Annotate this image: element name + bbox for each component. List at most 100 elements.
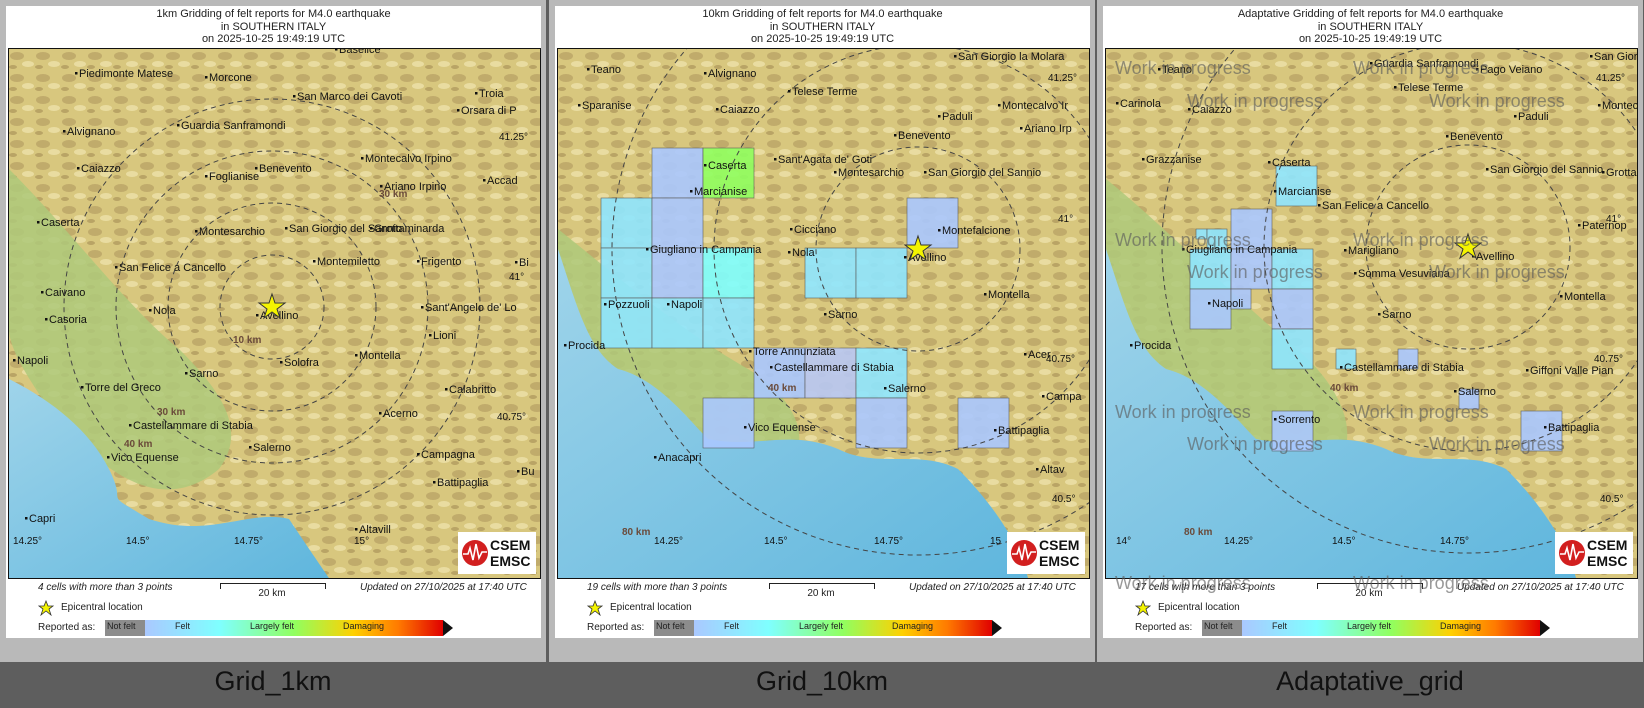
place-marker <box>13 359 16 362</box>
work-in-progress-watermark: Work in progress <box>1353 402 1489 422</box>
grid-cell[interactable] <box>702 397 755 449</box>
place-marker <box>313 260 316 263</box>
place-marker <box>129 424 132 427</box>
place-marker <box>81 386 84 389</box>
place-marker <box>1560 295 1563 298</box>
place-marker <box>370 227 373 230</box>
place-marker <box>280 361 283 364</box>
seismogram-logo-icon <box>462 540 488 566</box>
place-marker <box>335 49 338 51</box>
place-marker <box>1042 395 1045 398</box>
place-marker <box>1020 127 1023 130</box>
place-label: Baselice <box>339 49 381 56</box>
grid-cell[interactable] <box>702 297 755 349</box>
place-label: Calabritto <box>449 384 496 396</box>
place-label: Benevento <box>1450 131 1503 143</box>
place-label: Lioni <box>433 330 456 342</box>
grid-cell[interactable] <box>1271 328 1314 370</box>
longitude-tick: 14.75° <box>874 536 903 547</box>
grid-cell[interactable] <box>957 397 1010 449</box>
cells-count-text: 19 cells with more than 3 points <box>587 582 728 593</box>
place-label: Campagna <box>421 449 476 461</box>
place-marker <box>1116 102 1119 105</box>
place-label: Castellammare di Stabia <box>1344 362 1465 374</box>
updated-text: Updated on 27/10/2025 at 17:40 UTC <box>360 582 527 593</box>
place-marker <box>45 318 48 321</box>
map-sheet: 10km Gridding of felt reports for M4.0 e… <box>555 6 1090 638</box>
colorbar-label-not-felt: Not felt <box>107 621 136 631</box>
place-marker <box>255 167 258 170</box>
ring-label: 40 km <box>124 439 152 450</box>
map-canvas: 40 km 80 km Teano Alvignano San Giorgio la… <box>558 49 1089 578</box>
place-label: Torre Annunziata <box>753 346 836 358</box>
place-label: Grottaminarda <box>374 223 445 235</box>
place-marker <box>587 68 590 71</box>
seismogram-logo-icon <box>1011 540 1037 566</box>
place-marker <box>285 227 288 230</box>
place-marker <box>457 109 460 112</box>
place-label: Procida <box>1134 340 1172 352</box>
work-in-progress-watermark: Work in progress <box>1353 58 1489 78</box>
latitude-tick: 40.75° <box>1046 354 1075 365</box>
grid-cell[interactable] <box>906 197 959 249</box>
place-label: Nola <box>792 247 816 259</box>
grid-cell[interactable] <box>600 247 653 299</box>
latitude-tick: 40.75° <box>497 412 526 423</box>
map-view[interactable]: 10 km 30 km 30 km 40 km Piedimonte Mates… <box>8 48 541 579</box>
work-in-progress-watermark: Work in progress <box>1187 91 1323 111</box>
place-label: Sorrento <box>1278 414 1320 426</box>
place-label: Paduli <box>1518 111 1549 123</box>
csem-emsc-logo: CSEM EMSC <box>1555 532 1633 574</box>
cells-count-text: 4 cells with more than 3 points <box>38 582 173 593</box>
place-label: Morcone <box>209 72 252 84</box>
place-marker <box>894 134 897 137</box>
place-marker <box>1598 104 1601 107</box>
logo-line-2: EMSC <box>1587 553 1628 569</box>
place-label: Battipaglia <box>437 477 489 489</box>
place-label: Montecalvo Irpino <box>365 153 452 165</box>
seismogram-logo-icon <box>1559 540 1585 566</box>
place-label: Napoli <box>17 355 48 367</box>
place-label: Accad <box>487 175 518 187</box>
place-label: Caserta <box>1272 157 1311 169</box>
place-marker <box>433 481 436 484</box>
logo-line-1: CSEM <box>1039 537 1080 553</box>
place-label: Caivano <box>45 287 85 299</box>
place-marker <box>1318 204 1321 207</box>
latitude-tick: 41° <box>1606 214 1621 225</box>
place-marker <box>1130 344 1133 347</box>
place-marker <box>1578 224 1581 227</box>
epicenter-legend-star-icon <box>38 600 54 616</box>
place-marker <box>774 158 777 161</box>
latitude-tick: 41° <box>509 272 524 283</box>
place-marker <box>834 171 837 174</box>
map-canvas: 10 km 30 km 30 km 40 km Piedimonte Mates… <box>9 49 540 578</box>
place-label: San Giorgio del Sannio <box>1490 164 1603 176</box>
place-marker <box>604 303 607 306</box>
place-label: Teano <box>591 64 621 76</box>
place-marker <box>185 372 188 375</box>
longitude-tick: 14.75° <box>1440 536 1469 547</box>
place-marker <box>788 90 791 93</box>
map-view[interactable]: 40 km 80 km Teano Guardia Sanframondi Pago… <box>1105 48 1638 579</box>
place-marker <box>380 185 383 188</box>
grid-cell[interactable] <box>855 247 908 299</box>
map-view[interactable]: 40 km 80 km Teano Alvignano San Giorgio la… <box>557 48 1090 579</box>
place-marker <box>1344 249 1347 252</box>
place-marker <box>355 528 358 531</box>
place-marker <box>788 251 791 254</box>
place-marker <box>704 72 707 75</box>
grid-cell[interactable] <box>855 397 908 449</box>
ring-label: 40 km <box>1330 383 1358 394</box>
place-marker <box>517 470 520 473</box>
work-in-progress-watermark: Work in progress <box>1429 434 1565 454</box>
grid-cell[interactable] <box>651 197 704 249</box>
place-marker <box>770 366 773 369</box>
place-marker <box>1454 390 1457 393</box>
place-marker <box>445 388 448 391</box>
place-label: Montella <box>1564 291 1606 303</box>
place-marker <box>1486 168 1489 171</box>
place-marker <box>429 334 432 337</box>
grid-cell[interactable] <box>600 197 653 249</box>
title-line-3: on 2025-10-25 19:49:19 UTC <box>750 33 895 45</box>
